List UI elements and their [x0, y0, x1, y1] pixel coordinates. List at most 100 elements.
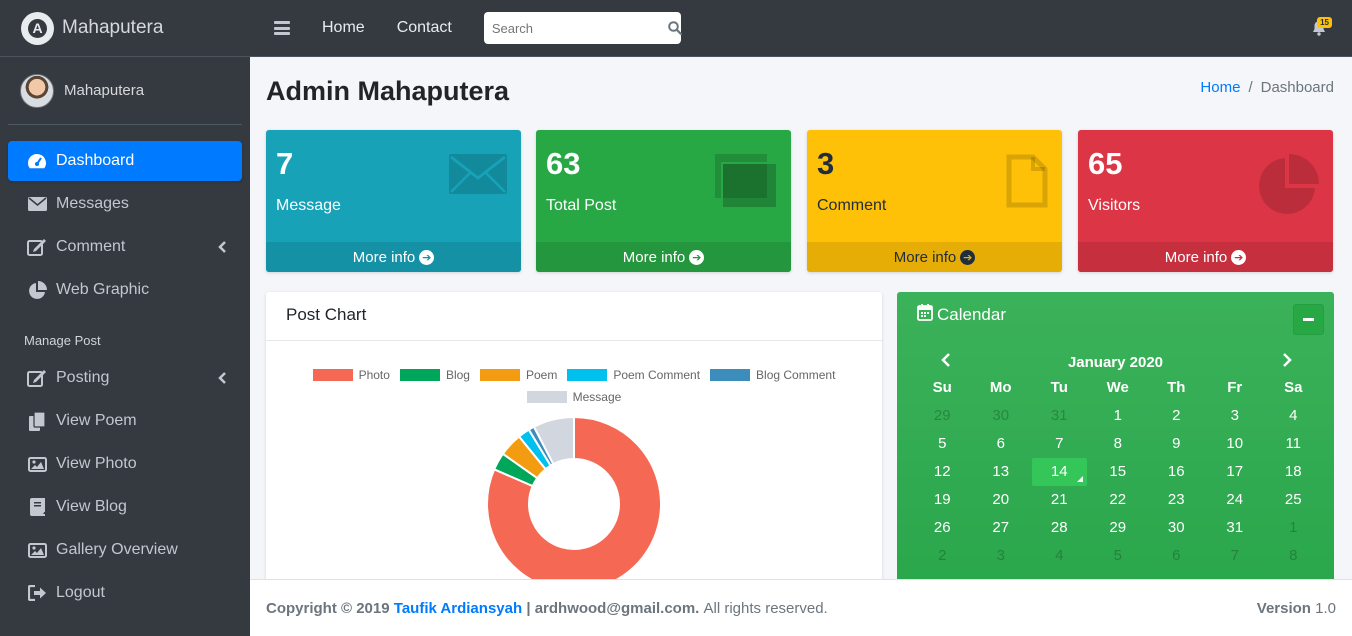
calendar-month[interactable]: January 2020 [897, 354, 1334, 371]
menu-toggle-icon[interactable] [274, 21, 290, 35]
search-input[interactable] [491, 20, 668, 36]
sidebar-item-view-photo[interactable]: View Photo [8, 444, 242, 484]
sidebar-item-web-graphic[interactable]: Web Graphic [8, 270, 242, 310]
sidebar-item-view-poem[interactable]: View Poem [8, 401, 242, 441]
sidebar-item-label: Logout [56, 584, 105, 601]
calendar-day[interactable]: 1 [1264, 514, 1323, 542]
calendar-weekday: Tu [1050, 379, 1068, 396]
calendar-day[interactable]: 2 [1147, 402, 1206, 430]
calendar-day[interactable]: 10 [1206, 430, 1265, 458]
calendar-day[interactable]: 30 [1147, 514, 1206, 542]
footer-author-link[interactable]: Taufik Ardiansyah [394, 600, 522, 617]
stat-label: Total Post [546, 197, 617, 214]
calendar-day[interactable]: 11 [1264, 430, 1323, 458]
calendar-day[interactable]: 30 [972, 402, 1031, 430]
legend-item[interactable]: Poem Comment [567, 368, 700, 382]
calendar-day[interactable]: 26 [913, 514, 972, 542]
chevron-right-icon[interactable] [1282, 352, 1292, 373]
calendar-day[interactable]: 7 [1206, 542, 1265, 570]
collapse-button[interactable] [1293, 304, 1324, 335]
breadcrumb-current: Dashboard [1260, 79, 1334, 96]
page-title: Admin Mahaputera [266, 76, 510, 106]
sidebar-item-gallery-overview[interactable]: Gallery Overview [8, 530, 242, 570]
brand-logo: A [21, 11, 54, 45]
calendar-day[interactable]: 19 [913, 486, 972, 514]
footer-version: Version 1.0 [1256, 599, 1336, 617]
calendar-day[interactable]: 3 [1206, 402, 1265, 430]
sidebar-item-messages[interactable]: Messages [8, 184, 242, 224]
calendar-day[interactable]: 3 [972, 542, 1031, 570]
pie-chart-icon [1257, 154, 1319, 221]
legend-item[interactable]: Poem [479, 368, 558, 382]
stat-label: Message [276, 197, 341, 214]
legend-item[interactable]: Photo [312, 368, 390, 382]
more-info-link[interactable]: More info ➔ [266, 242, 521, 272]
calendar-day[interactable]: 16 [1147, 458, 1206, 486]
legend-item[interactable]: Message [526, 390, 621, 404]
calendar-day[interactable]: 31 [1206, 514, 1265, 542]
breadcrumb-home[interactable]: Home [1200, 79, 1240, 96]
footer: Copyright © 2019 Taufik Ardiansyah | ard… [250, 579, 1352, 636]
donut-chart [486, 415, 662, 592]
sidebar-item-dashboard[interactable]: Dashboard [8, 141, 242, 181]
more-info-link[interactable]: More info ➔ [536, 242, 791, 272]
legend-label: Poem [525, 368, 558, 382]
calendar-day[interactable]: 13 [972, 458, 1031, 486]
sidebar-item-label: View Photo [56, 455, 137, 472]
calendar-day[interactable]: 17 [1206, 458, 1265, 486]
sidebar-item-comment[interactable]: Comment [8, 227, 242, 267]
calendar-day[interactable]: 5 [913, 430, 972, 458]
calendar-day[interactable]: 12 [913, 458, 972, 486]
calendar-day[interactable]: 5 [1089, 542, 1148, 570]
calendar-day[interactable]: 23 [1147, 486, 1206, 514]
calendar-day[interactable]: 8 [1089, 430, 1148, 458]
calendar-weekday: We [1106, 379, 1129, 396]
nav-link-home[interactable]: Home [322, 19, 365, 37]
calendar-day[interactable]: 21 [1030, 486, 1089, 514]
calendar-weekday: Sa [1284, 379, 1303, 396]
stat-value: 65 [1088, 146, 1123, 181]
calendar-day[interactable]: 8 [1264, 542, 1323, 570]
sidebar-item-logout[interactable]: Logout [8, 573, 242, 613]
calendar-day[interactable]: 20 [972, 486, 1031, 514]
user-panel[interactable]: Mahaputera [8, 57, 242, 125]
calendar-week: 12 13 14 15 16 17 18 [913, 458, 1323, 486]
calendar-day[interactable]: 4 [1030, 542, 1089, 570]
calendar-day[interactable]: 29 [1089, 514, 1148, 542]
calendar-day[interactable]: 6 [972, 430, 1031, 458]
sidebar: A Mahaputera Mahaputera Dashboard Messag… [0, 0, 250, 636]
calendar-day[interactable]: 24 [1206, 486, 1265, 514]
calendar-day[interactable]: 1 [1089, 402, 1148, 430]
calendar-day[interactable]: 4 [1264, 402, 1323, 430]
brand-link[interactable]: A Mahaputera [0, 0, 250, 57]
calendar-day[interactable]: 31 [1030, 402, 1089, 430]
footer-copyright: Copyright © 2019 [266, 599, 390, 617]
calendar-day[interactable]: 7 [1030, 430, 1089, 458]
calendar-day[interactable]: 14 [1032, 458, 1087, 486]
file-icon [1006, 154, 1048, 213]
calendar-day[interactable]: 27 [972, 514, 1031, 542]
calendar-day[interactable]: 25 [1264, 486, 1323, 514]
more-info-link[interactable]: More info ➔ [807, 242, 1062, 272]
search-icon[interactable] [668, 21, 682, 35]
arrow-circle-right-icon: ➔ [689, 249, 705, 265]
calendar-weekday: Su [932, 379, 952, 396]
sidebar-item-posting[interactable]: Posting [8, 358, 242, 398]
calendar-day[interactable]: 2 [913, 542, 972, 570]
sidebar-item-view-blog[interactable]: View Blog [8, 487, 242, 527]
calendar-day[interactable]: 15 [1089, 458, 1148, 486]
calendar-day[interactable]: 22 [1089, 486, 1148, 514]
legend-item[interactable]: Blog Comment [710, 368, 835, 382]
calendar-day[interactable]: 28 [1030, 514, 1089, 542]
legend-item[interactable]: Blog [399, 368, 470, 382]
notification-badge: 15 [1317, 17, 1332, 28]
stat-box-total-post: 63 Total Post More info ➔ [536, 130, 791, 272]
calendar-day[interactable]: 6 [1147, 542, 1206, 570]
nav-link-contact[interactable]: Contact [397, 19, 452, 37]
calendar-day[interactable]: 9 [1147, 430, 1206, 458]
calendar-day[interactable]: 29 [913, 402, 972, 430]
sidebar-item-label: Messages [56, 195, 129, 212]
chevron-left-icon [218, 240, 226, 258]
more-info-link[interactable]: More info ➔ [1078, 242, 1333, 272]
calendar-day[interactable]: 18 [1264, 458, 1323, 486]
